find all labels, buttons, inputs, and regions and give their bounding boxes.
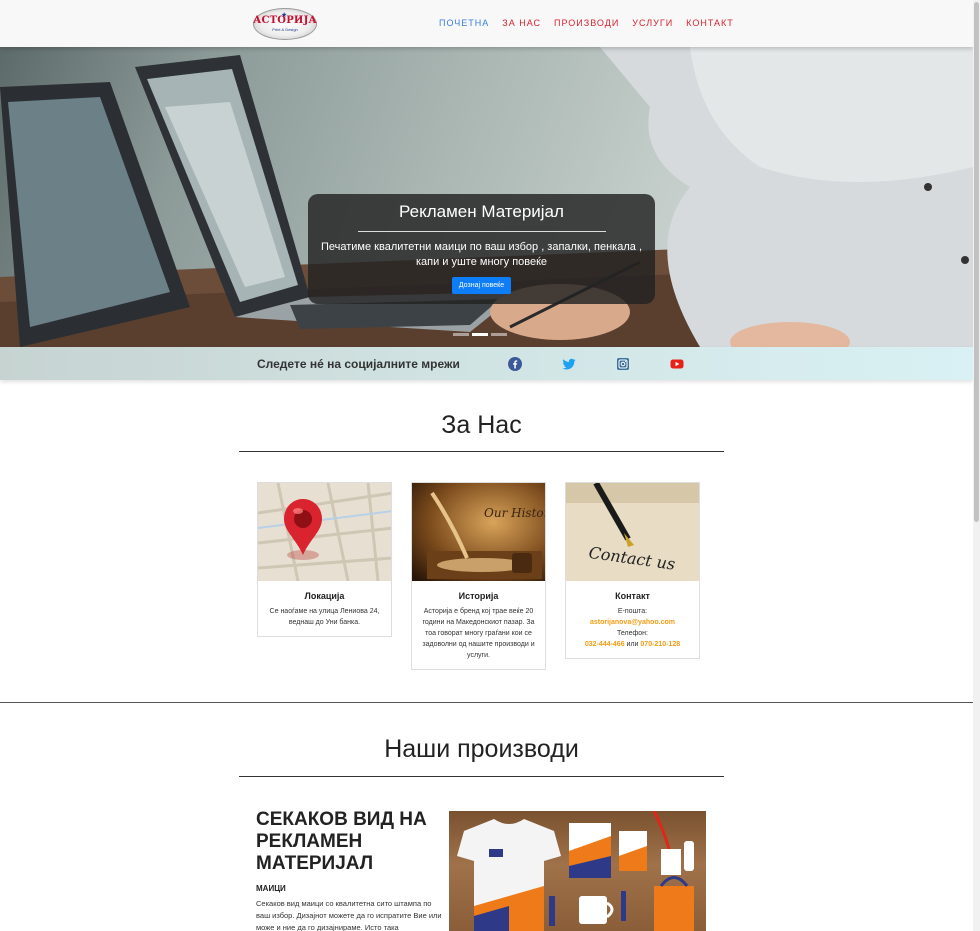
card-contact: Contact us Контакт Е-пошта: astorijanova… (565, 482, 700, 659)
main-nav: ПОЧЕТНА ЗА НАС ПРОИЗВОДИ УСЛУГИ КОНТАКТ (439, 17, 734, 29)
section-divider (0, 702, 973, 703)
card-text-location: Се наоѓаме на улица Лениова 24, веднаш д… (269, 608, 380, 626)
phone-label: Телефон: (617, 630, 648, 637)
card-title-history: Историја (458, 591, 499, 601)
products-title: Наши производи (384, 735, 579, 763)
card-location: Локација Се наоѓаме на улица Лениова 24,… (257, 482, 392, 637)
about-title-rule (239, 451, 724, 452)
contact-image: Contact us (566, 483, 699, 581)
page-scrollbar[interactable] (973, 0, 980, 931)
social-bar: Следете нé на социјалните мрежи (0, 347, 973, 380)
star-icon: ★ (281, 12, 288, 19)
nav-link-products[interactable]: ПРОИЗВОДИ (554, 17, 619, 29)
phone-link-1[interactable]: 032-444-466 (585, 641, 625, 648)
products-text: Секаков вид маици со квалитетна сито шта… (256, 899, 442, 931)
card-title-location: Локација (304, 591, 345, 601)
carousel-indicators (453, 333, 507, 336)
hero-carousel: Рекламен Материјал Печатиме квалитетни м… (0, 47, 973, 347)
card-text-history: Асторија е бренд кој трае веќе 20 години… (422, 608, 535, 659)
brand-logo[interactable]: ★ АСТОРИЈА Print & Design (253, 8, 317, 40)
card-history: Our History Историја Асторија е бренд ко… (411, 482, 546, 670)
nav-link-home[interactable]: ПОЧЕТНА (439, 17, 489, 29)
social-text: Следете нé на социјалните мрежи (257, 357, 460, 371)
carousel-indicator-3[interactable] (491, 333, 507, 336)
hero-title: Рекламен Материјал (399, 202, 564, 221)
facebook-icon[interactable] (508, 357, 522, 371)
about-title: За Нас (441, 411, 522, 439)
email-label: Е-пошта: (617, 608, 648, 615)
hero-text: Печатиме квалитетни маици по ваш избор ,… (320, 241, 642, 268)
history-image: Our History (412, 483, 545, 581)
history-image-text: Our History (484, 506, 545, 520)
card-text-contact: Е-пошта: astorijanova@yahoo.com Телефон:… (566, 606, 699, 658)
email-link[interactable]: astorijanova@yahoo.com (590, 619, 675, 626)
carousel-indicator-1[interactable] (453, 333, 469, 336)
hero-caption: Рекламен Материјал Печатиме квалитетни м… (308, 194, 655, 304)
products-image (449, 811, 706, 931)
scrollbar-thumb[interactable] (974, 2, 979, 522)
youtube-icon[interactable] (670, 357, 684, 371)
products-subheading: МАИЦИ (256, 884, 286, 893)
products-heading: СЕКАКОВ ВИД НА РЕКЛАМЕН МАТЕРИЈАЛ (256, 809, 427, 874)
logo-subtext: Print & Design (272, 27, 298, 32)
twitter-icon[interactable] (562, 357, 576, 371)
card-title-contact: Контакт (615, 591, 650, 601)
navbar: ★ АСТОРИЈА Print & Design ПОЧЕТНА ЗА НАС… (0, 0, 973, 47)
instagram-icon[interactable] (616, 357, 630, 371)
nav-link-services[interactable]: УСЛУГИ (632, 17, 673, 29)
nav-link-contact[interactable]: КОНТАКТ (686, 17, 734, 29)
hero-divider (357, 231, 606, 232)
location-image (258, 483, 391, 581)
phone-or: или (626, 641, 639, 648)
phone-link-2[interactable]: 070-210-128 (640, 641, 680, 648)
nav-link-about[interactable]: ЗА НАС (502, 17, 541, 29)
learn-more-button[interactable]: Дознај повеќе (451, 277, 512, 294)
products-title-rule (239, 776, 724, 777)
carousel-indicator-2[interactable] (472, 333, 488, 336)
